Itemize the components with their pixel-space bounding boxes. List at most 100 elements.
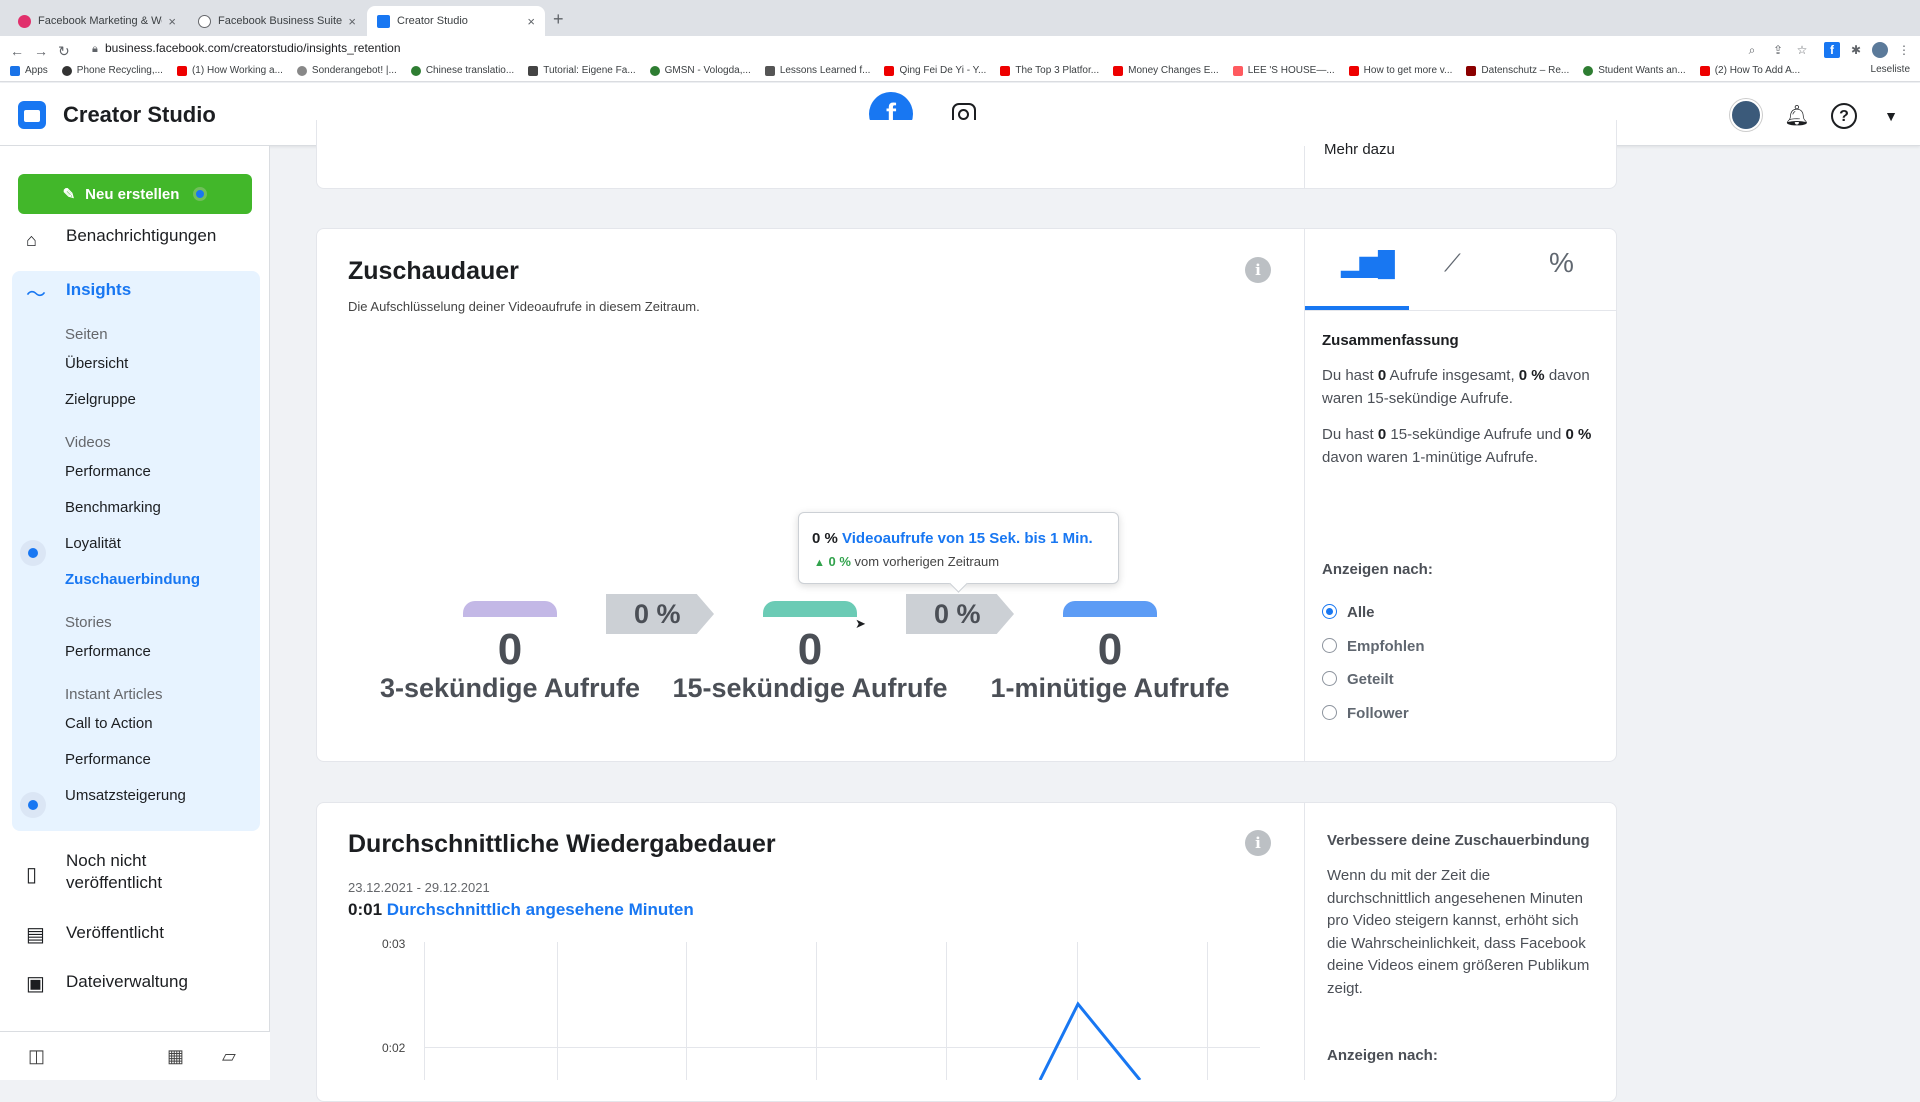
step-bar-1min [1063,601,1157,617]
create-new-button[interactable]: ✎ Neu erstellen [18,174,252,214]
bookmark-item[interactable]: Apps [10,65,48,76]
back-icon[interactable]: ← [10,43,24,59]
sidebar-section-stories: Stories [65,614,112,631]
bookmark-item[interactable]: Qing Fei De Yi - Y... [884,65,986,76]
filter-label-recommended[interactable]: Empfohlen [1347,638,1425,655]
sidebar-section-instant-articles: Instant Articles [65,686,163,703]
insights-section [12,271,260,831]
info-icon[interactable]: i [1245,257,1271,283]
help-icon[interactable]: ? [1831,103,1857,129]
bookmark-item[interactable]: (1) How Working a... [176,65,283,76]
cursor-icon: ➤ [855,616,866,631]
browser-tab[interactable]: Facebook Marketing & Werbe... × [8,6,186,36]
filter-label-shared[interactable]: Geteilt [1347,671,1394,688]
reload-icon[interactable]: ↻ [58,43,70,60]
reading-list-button[interactable]: Leseliste [1871,64,1910,75]
bookmark-item[interactable]: GMSN - Vologda,... [649,65,751,76]
bookmark-item[interactable]: Chinese translatio... [410,65,514,76]
lock-icon: 🔒︎ [92,43,98,55]
filter-label-all[interactable]: Alle [1347,604,1375,621]
previous-card [316,120,1617,189]
avatar[interactable] [1730,99,1762,131]
radio-follower[interactable] [1322,705,1337,720]
sidebar-item-stories-performance[interactable]: Performance [65,643,151,660]
bar-chart-icon[interactable]: ▂▆█ [1341,250,1395,279]
grid-line [946,942,947,1080]
share-icon[interactable]: ⇪ [1770,42,1786,58]
close-icon[interactable]: × [348,14,356,29]
avg-value-label[interactable]: Durchschnittlich angesehene Minuten [387,900,694,919]
menu-icon[interactable]: ⋮ [1896,42,1912,58]
browser-tab[interactable]: Facebook Business Suite × [188,6,366,36]
y-axis-tick: 0:03 [382,937,406,951]
learn-more-link[interactable]: Mehr dazu [1324,141,1395,158]
sidebar-item-file-manager[interactable]: Dateiverwaltung [66,971,188,993]
bookmark-item[interactable]: LEE 'S HOUSE—... [1232,65,1335,76]
radio-all[interactable] [1322,604,1337,619]
sidebar-item-articles-performance[interactable]: Performance [65,751,151,768]
bookmark-item[interactable]: Money Changes E... [1113,65,1219,76]
bookmark-item[interactable]: Sonderangebot! |... [296,65,397,76]
create-new-label: Neu erstellen [85,185,180,203]
summary-text-1: Du hast 0 Aufrufe insgesamt, 0 % davon w… [1322,367,1590,407]
facebook-extension-icon[interactable]: f [1824,42,1840,58]
creator-studio-logo-icon[interactable] [18,101,46,129]
sidebar-item-revenue[interactable]: Umsatzsteigerung [65,787,186,804]
percent-icon[interactable]: % [1549,247,1574,279]
grid-line [816,942,817,1080]
sidebar-item-benchmarking[interactable]: Benchmarking [65,499,161,516]
profile-icon[interactable] [1872,42,1888,58]
app-title: Creator Studio [63,102,216,127]
edit-icon: ✎ [62,186,76,203]
chevron-down-icon[interactable]: ▼ [1878,103,1904,129]
bookmark-item[interactable]: How to get more v... [1348,65,1452,76]
bookmark-item[interactable]: The Top 3 Platfor... [1000,65,1099,76]
tooltip-link[interactable]: Videoaufrufe von 15 Sek. bis 1 Min. [842,530,1093,547]
sidebar-item-loyalty[interactable]: Loyalität [65,535,121,552]
published-icon: ▤ [26,924,45,946]
sidebar-item-notifications[interactable]: Benachrichtigungen [66,226,216,246]
url-bar[interactable]: business.facebook.com/creatorstudio/insi… [105,41,401,55]
new-tab-icon[interactable]: + [553,9,564,30]
bookmark-item[interactable]: Datenschutz – Re... [1466,65,1569,76]
avg-value-row: 0:01 Durchschnittlich angesehene Minuten [348,900,694,920]
star-icon[interactable]: ☆ [1794,42,1810,58]
step-label-3s: 3-sekündige Aufrufe [379,673,641,703]
sidebar-item-unpublished[interactable]: Noch nicht veröffentlicht [66,850,246,894]
insights-chart-icon: 〜 [26,284,46,306]
retention-title: Zuschaudauer [348,257,519,285]
grid-line [424,942,425,1080]
bookmark-item[interactable]: Student Wants an... [1583,65,1686,76]
info-icon[interactable]: i [1245,830,1271,856]
sidebar-item-call-to-action[interactable]: Call to Action [65,715,153,732]
forward-icon[interactable]: → [34,43,48,59]
sidebar-item-video-performance[interactable]: Performance [65,463,151,480]
close-icon[interactable]: × [168,14,176,29]
sidebar-item-overview[interactable]: Übersicht [65,355,128,372]
tooltip-change: 0 % [828,554,851,569]
radio-shared[interactable] [1322,671,1337,686]
radio-recommended[interactable] [1322,638,1337,653]
sidebar-item-retention[interactable]: Zuschauerbindung [65,571,200,588]
bookmark-item[interactable]: Tutorial: Eigene Fa... [528,65,636,76]
line-chart-icon[interactable]: ⟋ [1444,250,1461,278]
browser-tab-active[interactable]: Creator Studio × [367,6,545,36]
table-icon[interactable]: ▦ [167,1046,184,1067]
zoom-icon[interactable]: ⌕ [1744,42,1760,58]
sidebar-item-published[interactable]: Veröffentlicht [66,922,164,944]
collapse-sidebar-icon[interactable]: ◫ [28,1046,45,1067]
close-icon[interactable]: × [527,14,535,29]
tab-divider [1305,310,1616,311]
sidebar-item-audience[interactable]: Zielgruppe [65,391,136,408]
bookmark-item[interactable]: (2) How To Add A... [1699,65,1800,76]
feedback-icon[interactable]: ▱ [222,1046,236,1067]
filter-label-follower[interactable]: Follower [1347,705,1409,722]
up-arrow-icon: ▲ [814,557,825,569]
extensions-icon[interactable]: ✱ [1848,42,1864,58]
conversion-arrow[interactable]: 0 % [606,594,714,634]
conversion-arrow[interactable]: 0 % [906,594,1014,634]
bookmark-item[interactable]: Phone Recycling,... [61,65,163,76]
bookmark-item[interactable]: Lessons Learned f... [764,65,870,76]
sidebar-item-insights[interactable]: Insights [66,280,131,300]
bell-icon[interactable]: 🔔︎ [1784,103,1810,129]
